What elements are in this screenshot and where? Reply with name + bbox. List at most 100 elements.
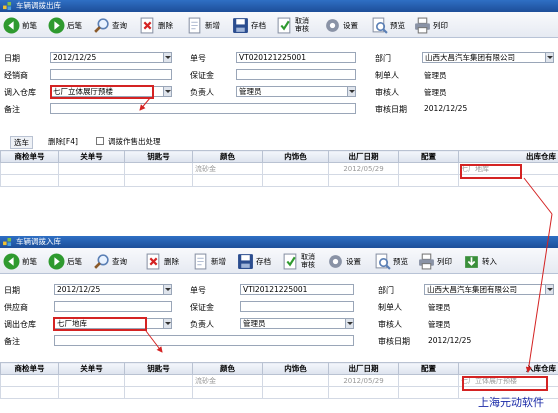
column-header[interactable]: 内饰色 <box>262 150 329 163</box>
department-field[interactable]: 山西大昌汽车集团有限公司 <box>424 284 554 295</box>
column-header[interactable]: 钥匙号 <box>124 150 193 163</box>
date-field[interactable]: 2012/12/25 <box>50 52 172 63</box>
import-button[interactable]: 转入 <box>463 250 497 272</box>
column-header[interactable]: 出厂日期 <box>328 362 399 375</box>
table-cell[interactable] <box>124 374 193 387</box>
number-label: 单号 <box>190 54 206 63</box>
number-label: 单号 <box>190 286 206 295</box>
delete-button[interactable]: 删除 <box>145 250 179 272</box>
table-cell[interactable] <box>398 174 459 187</box>
query-button[interactable]: 查询 <box>93 14 127 36</box>
settings-button[interactable]: 设置 <box>327 250 361 272</box>
printer-icon <box>418 253 435 270</box>
table-cell[interactable] <box>398 374 459 387</box>
dropdown-arrow-icon[interactable] <box>163 87 171 96</box>
remark-field[interactable] <box>50 103 356 114</box>
next-button[interactable]: 后笔 <box>48 14 82 36</box>
column-header[interactable]: 钥匙号 <box>124 362 193 375</box>
dropdown-arrow-icon[interactable] <box>163 319 171 328</box>
table-cell[interactable]: 2012/05/29 <box>328 374 399 387</box>
table-cell[interactable]: 2012/05/29 <box>328 162 399 175</box>
table-cell[interactable] <box>124 162 193 175</box>
table-cell[interactable] <box>58 162 125 175</box>
table-cell[interactable] <box>192 174 263 187</box>
prev-button[interactable]: 前笔 <box>3 14 37 36</box>
deposit-field[interactable] <box>236 69 356 80</box>
new-button[interactable]: 新增 <box>192 250 226 272</box>
watermark-text: 上海元动软件 <box>478 396 544 409</box>
dropdown-arrow-icon[interactable] <box>163 285 171 294</box>
dropdown-arrow-icon[interactable] <box>347 87 355 96</box>
responsible-field[interactable]: 管理员 <box>240 318 354 329</box>
table-cell[interactable]: 流砂金 <box>192 162 263 175</box>
sold-checkbox[interactable] <box>96 137 104 145</box>
dropdown-arrow-icon[interactable] <box>545 285 553 294</box>
table-cell[interactable] <box>262 386 329 399</box>
query-button[interactable]: 查询 <box>93 250 127 272</box>
table-cell[interactable] <box>262 162 329 175</box>
column-header[interactable]: 颜色 <box>192 150 263 163</box>
select-car-tab[interactable]: 选车 <box>10 136 33 149</box>
prev-button[interactable]: 前笔 <box>3 250 37 272</box>
settings-button[interactable]: 设置 <box>324 14 358 36</box>
deposit-field[interactable] <box>240 301 354 312</box>
column-header[interactable]: 商检单号 <box>0 362 59 375</box>
print-button[interactable]: 列印 <box>418 250 452 272</box>
table-cell[interactable] <box>328 386 399 399</box>
column-header[interactable]: 颜色 <box>192 362 263 375</box>
column-header[interactable]: 出厂日期 <box>328 150 399 163</box>
table-cell[interactable] <box>262 174 329 187</box>
app-icon <box>3 2 12 10</box>
cancel-audit-button[interactable]: 取消 审核 <box>276 14 309 36</box>
highlight-box <box>460 164 522 179</box>
column-header[interactable]: 内饰色 <box>262 362 329 375</box>
column-header[interactable]: 配置 <box>398 362 459 375</box>
dealer-field[interactable] <box>50 69 172 80</box>
table-cell[interactable] <box>58 374 125 387</box>
table-cell[interactable] <box>0 162 59 175</box>
transfer-in-window: 车辆调拨入库 前笔 后笔 查询 删除 新增 存档 取消 审核 设置 预览 列印 转… <box>0 236 558 413</box>
number-field[interactable]: VT020121225001 <box>236 52 356 63</box>
dropdown-arrow-icon[interactable] <box>163 53 171 62</box>
table-cell[interactable] <box>124 174 193 187</box>
table-cell[interactable] <box>58 386 125 399</box>
column-header[interactable]: 配置 <box>398 150 459 163</box>
table-cell[interactable] <box>398 386 459 399</box>
dropdown-arrow-icon[interactable] <box>545 53 553 62</box>
delete-row-button[interactable]: 删除[F4] <box>48 136 78 147</box>
table-cell[interactable] <box>328 174 399 187</box>
table-cell[interactable] <box>398 162 459 175</box>
department-field[interactable]: 山西大昌汽车集团有限公司 <box>422 52 554 63</box>
table-cell[interactable] <box>192 386 263 399</box>
table-cell[interactable] <box>0 174 59 187</box>
column-header[interactable]: 商检单号 <box>0 150 59 163</box>
dropdown-arrow-icon[interactable] <box>345 319 353 328</box>
cancel-audit-button[interactable]: 取消 审核 <box>282 250 315 272</box>
preview-button[interactable]: 预览 <box>374 250 408 272</box>
table-cell[interactable] <box>0 374 59 387</box>
table-cell[interactable]: 流砂金 <box>192 374 263 387</box>
print-button[interactable]: 列印 <box>414 14 448 36</box>
supplier-field[interactable] <box>54 301 172 312</box>
column-header[interactable]: 入库仓库 <box>458 362 558 375</box>
save-button[interactable]: 存档 <box>232 14 266 36</box>
date-field[interactable]: 2012/12/25 <box>54 284 172 295</box>
remark-field[interactable] <box>54 335 354 346</box>
next-button[interactable]: 后笔 <box>48 250 82 272</box>
table-cell[interactable] <box>58 174 125 187</box>
new-document-icon <box>192 253 209 270</box>
toolbar: 前笔 后笔 查询 删除 新增 存档 取消 审核 设置 预览 列印 转入 <box>0 248 558 274</box>
new-button[interactable]: 新增 <box>186 14 220 36</box>
next-icon <box>48 253 65 270</box>
column-header[interactable]: 关单号 <box>58 362 125 375</box>
table-cell[interactable] <box>262 374 329 387</box>
column-header[interactable]: 关单号 <box>58 150 125 163</box>
column-header[interactable]: 出库仓库 <box>458 150 558 163</box>
save-button[interactable]: 存档 <box>237 250 271 272</box>
delete-button[interactable]: 删除 <box>139 14 173 36</box>
table-cell[interactable] <box>124 386 193 399</box>
number-field[interactable]: VTI20121225001 <box>240 284 354 295</box>
preview-button[interactable]: 预览 <box>371 14 405 36</box>
responsible-field[interactable]: 管理员 <box>236 86 356 97</box>
table-cell[interactable] <box>0 386 59 399</box>
